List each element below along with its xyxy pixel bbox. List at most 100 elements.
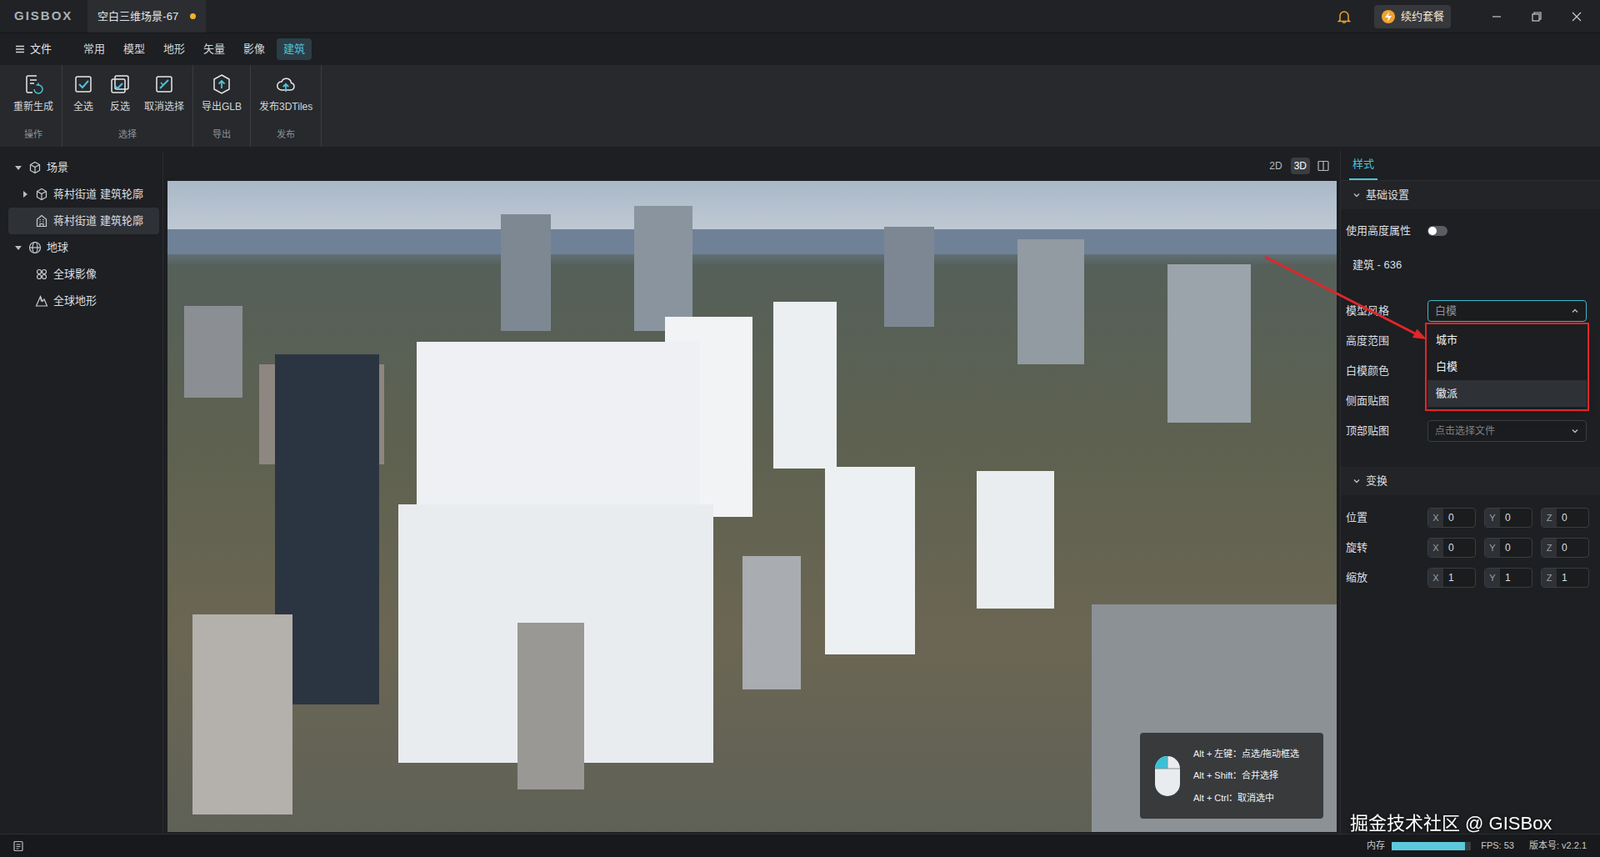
property-control: 点击选择文件: [1427, 420, 1587, 442]
scene-render-block: [1017, 239, 1085, 365]
vector-input[interactable]: Y0: [1484, 537, 1533, 558]
app-logo: GISBOX: [14, 6, 73, 26]
vector-input[interactable]: Z0: [1540, 537, 1590, 558]
close-icon[interactable]: [1556, 0, 1597, 34]
property-control: X0 Y0 Z0: [1427, 537, 1587, 558]
tree-spacer: [20, 215, 30, 226]
property-label: 顶部贴图: [1345, 422, 1428, 440]
file-placeholder: 点击选择文件: [1435, 423, 1495, 439]
log-icon[interactable]: [11, 839, 25, 853]
scene-render-block: [884, 226, 935, 327]
chevron-icon: [1570, 426, 1580, 435]
scene-render-block: [825, 466, 915, 655]
properties-panel: 样式基础设置使用高度属性建筑 - 636模型风格白模城市白模徽派高度范围白模颜色…: [1340, 150, 1600, 834]
minimize-icon[interactable]: [1476, 0, 1517, 34]
model-style-select[interactable]: 白模: [1427, 300, 1587, 322]
app-window: GISBOX空白三维场景-67续约套餐文件常用模型地形矢量影像建筑重新生成操作全…: [0, 0, 1600, 857]
annotation-arrow-icon: [1250, 241, 1442, 350]
tree-label: 全球地形: [53, 292, 97, 310]
menu-item[interactable]: 建筑: [276, 38, 312, 60]
axis-label: Z: [1541, 568, 1557, 587]
tree-item[interactable]: 场景: [8, 154, 160, 181]
split-view-icon[interactable]: [1315, 157, 1332, 175]
menu-item[interactable]: 影像: [236, 38, 272, 60]
tree-item[interactable]: 全球地形: [8, 287, 160, 315]
scene-render-block: [742, 555, 801, 690]
ribbon-button[interactable]: 导出GLB: [196, 73, 247, 115]
ribbon-button[interactable]: 重新生成: [8, 73, 59, 115]
view-mode-button[interactable]: 3D: [1290, 157, 1310, 175]
vector-input[interactable]: Y1: [1484, 567, 1533, 588]
file-select[interactable]: 点击选择文件: [1427, 420, 1587, 442]
axis-value: 0: [1500, 508, 1516, 527]
ribbon-buttons: 发布3DTiles: [254, 65, 318, 128]
menu-icon: [15, 44, 25, 55]
section-header[interactable]: 基础设置: [1340, 180, 1600, 210]
axis-label: Y: [1485, 568, 1500, 587]
panel-tab[interactable]: 样式: [1349, 155, 1378, 181]
vector-fields: X0 Y0 Z0: [1427, 507, 1590, 528]
tree-item[interactable]: 蒋村街道 建筑轮廓: [8, 207, 160, 235]
vector-input[interactable]: Z0: [1540, 507, 1590, 528]
dropdown-option[interactable]: 白模: [1427, 353, 1587, 380]
dropdown-option[interactable]: 城市: [1427, 326, 1587, 354]
main-area: 场景蒋村街道 建筑轮廓蒋村街道 建筑轮廓地球全球影像全球地形2D3DAlt + …: [0, 150, 1600, 834]
document-tab[interactable]: 空白三维场景-67: [87, 0, 206, 33]
tree-spacer: [20, 269, 30, 280]
vector-input[interactable]: X0: [1427, 507, 1476, 528]
height-attribute-toggle[interactable]: [1427, 225, 1448, 236]
menu-items: 常用模型地形矢量影像建筑: [76, 38, 312, 60]
collapsed-arrow-icon[interactable]: [20, 189, 30, 200]
tree-item[interactable]: 地球: [8, 234, 160, 261]
file-label: 文件: [30, 40, 52, 58]
axis-label: Y: [1485, 508, 1500, 527]
section-title: 基础设置: [1365, 186, 1410, 204]
ribbon-button-label: 重新生成: [13, 99, 54, 115]
ribbon-button-label: 反选: [110, 99, 130, 115]
vector-input[interactable]: X1: [1427, 567, 1476, 588]
memory-label: 内存: [1366, 838, 1385, 853]
scene-render-block: [167, 229, 1337, 255]
layer-icon: [35, 187, 49, 201]
section-header[interactable]: 变换: [1340, 466, 1600, 495]
ribbon-button[interactable]: 反选: [102, 73, 138, 115]
vector-input[interactable]: Y0: [1484, 507, 1533, 528]
status-bar: 内存FPS: 53版本号: v2.2.1: [0, 833, 1600, 857]
restore-icon[interactable]: [1516, 0, 1557, 34]
expanded-arrow-icon[interactable]: [13, 162, 24, 173]
menu-item[interactable]: 模型: [116, 38, 152, 60]
map-viewport[interactable]: Alt + 左键：点选/拖动框选Alt + Shift：合并选择Alt + Ct…: [167, 180, 1337, 832]
menu-item[interactable]: 常用: [76, 38, 112, 60]
vector-input[interactable]: X0: [1427, 537, 1476, 558]
ribbon-button[interactable]: 发布3DTiles: [254, 73, 318, 115]
property-label: 模型风格: [1345, 302, 1428, 320]
file-menu[interactable]: 文件: [15, 40, 52, 58]
ribbon-tool-icon: [109, 73, 131, 95]
menu-item[interactable]: 矢量: [196, 38, 232, 60]
scene-render-block: [634, 205, 693, 331]
ribbon-tool-icon: [275, 73, 297, 95]
tree-label: 蒋村街道 建筑轮廓: [53, 185, 144, 203]
vector-input[interactable]: Z1: [1540, 567, 1590, 588]
ribbon-button[interactable]: 取消选择: [139, 73, 190, 115]
view-mode-button[interactable]: 2D: [1265, 157, 1285, 175]
dropdown-option[interactable]: 徽派: [1427, 380, 1587, 407]
ribbon-button[interactable]: 全选: [65, 73, 101, 115]
axis-value: 1: [1500, 568, 1516, 587]
tree-item[interactable]: 蒋村街道 建筑轮廓: [8, 180, 160, 208]
property-row: 旋转X0Y0Z0: [1340, 532, 1600, 563]
expanded-arrow-icon[interactable]: [13, 242, 24, 253]
tree-item[interactable]: 全球影像: [8, 260, 160, 288]
section-title: 变换: [1365, 472, 1388, 490]
ribbon-button-label: 取消选择: [144, 99, 185, 115]
view-mode-bar: 2D 3D: [167, 150, 1337, 181]
axis-label: X: [1428, 538, 1444, 557]
shortcut-hints: Alt + 左键：点选/拖动框选Alt + Shift：合并选择Alt + Ct…: [1140, 732, 1324, 819]
property-label: 缩放: [1345, 569, 1428, 586]
ribbon-group-label: 操作: [8, 127, 59, 148]
hint-line: Alt + Shift：合并选择: [1193, 768, 1300, 783]
renew-button[interactable]: 续约套餐: [1374, 5, 1451, 29]
menu-item[interactable]: 地形: [156, 38, 192, 60]
chevron-icon: [1352, 190, 1361, 200]
bell-icon[interactable]: [1334, 6, 1355, 27]
